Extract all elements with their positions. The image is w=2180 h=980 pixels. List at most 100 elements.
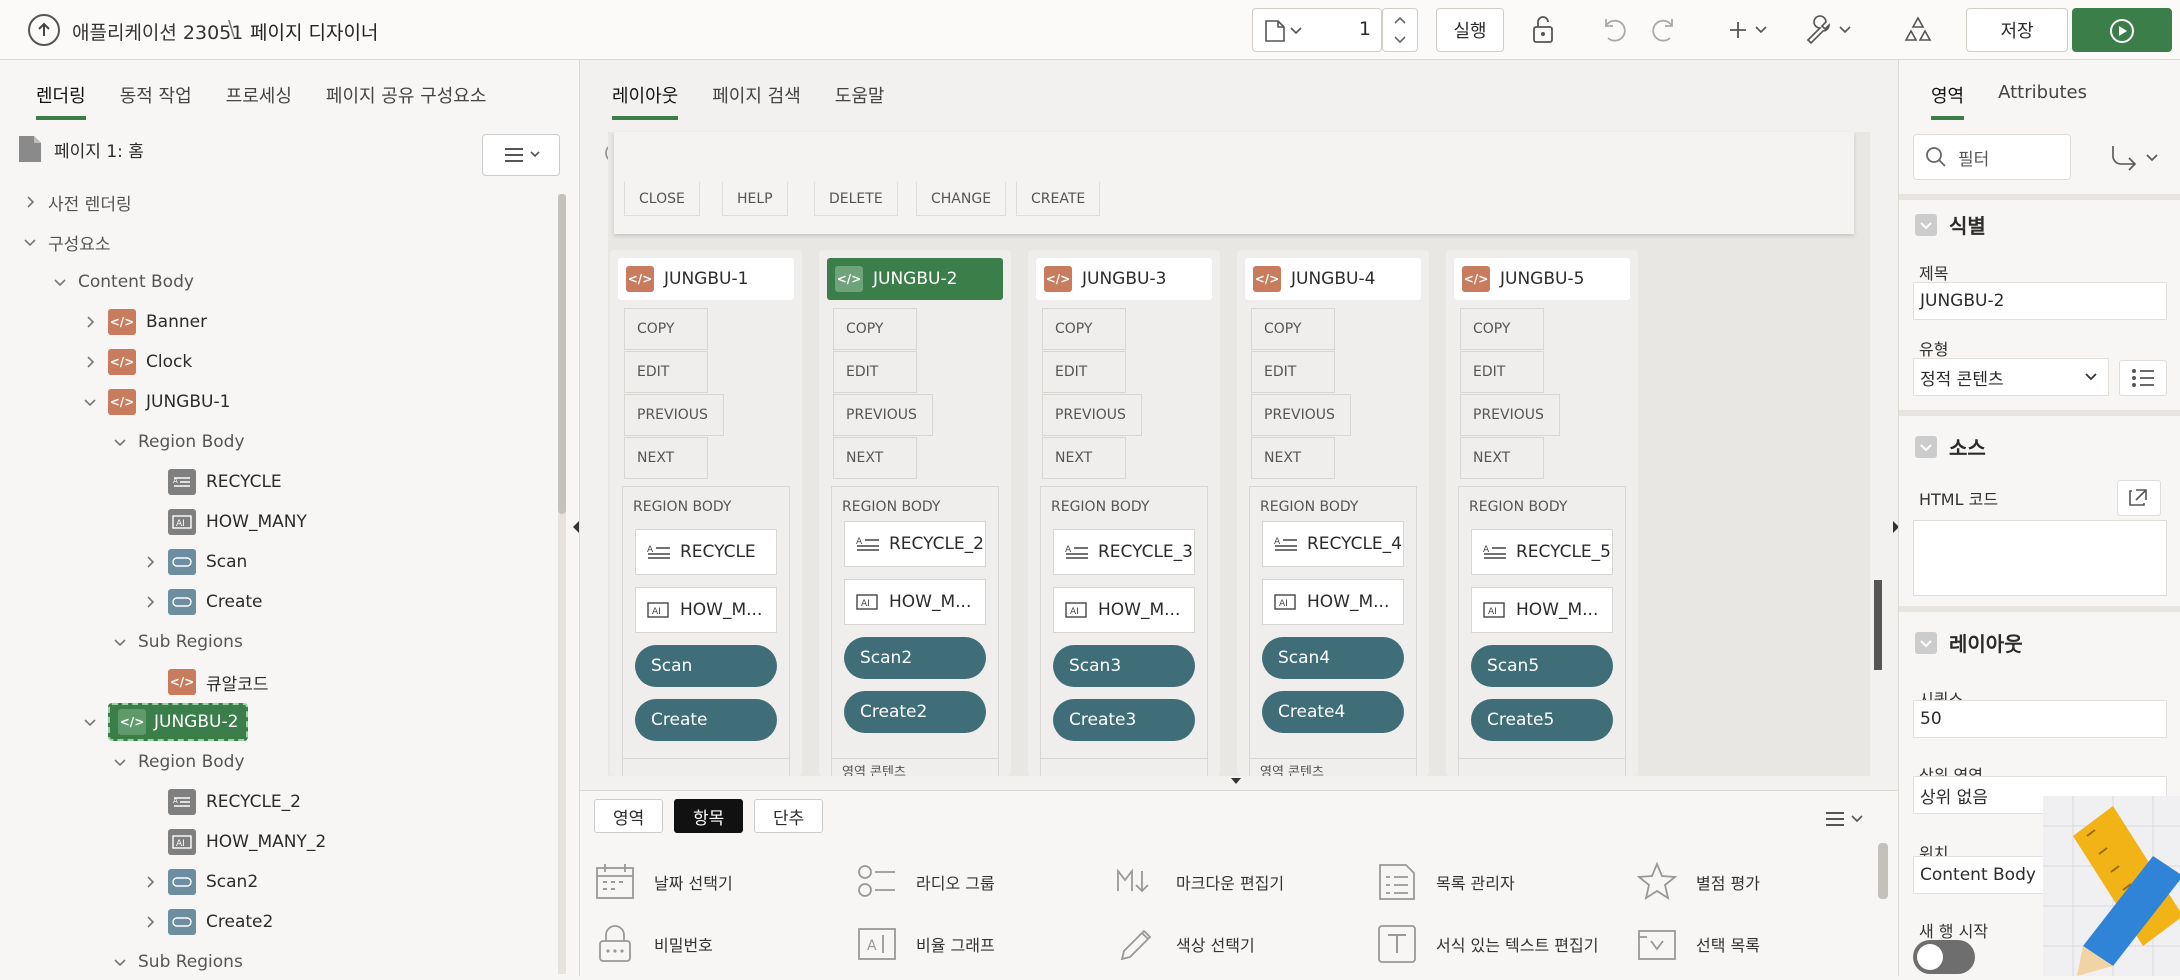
textarea-item[interactable]: A RECYCLE_5 [1471,529,1613,575]
palette-item[interactable]: 날짜 선택기 [594,861,733,903]
region-action-button[interactable]: EDIT [1042,351,1126,393]
region-column[interactable]: </> JUNGBU-2 COPY EDIT PREVIOUS NEXT REGION BO… [819,250,1011,776]
title-field[interactable]: JUNGBU-2 [1913,282,2167,320]
tab-processing[interactable]: 프로세싱 [226,60,292,120]
create-button[interactable]: Create3 [1053,699,1195,741]
tree-node[interactable]: Region Body [112,424,245,460]
region-action-button[interactable]: EDIT [624,351,708,393]
stepper-arrows-icon[interactable] [1383,9,1417,51]
region-action-button[interactable]: PREVIOUS [1251,394,1351,436]
page-number-input[interactable]: 1 [1359,18,1371,40]
tree-node[interactable]: A RECYCLE_2 [142,784,301,820]
chevron-down-icon[interactable] [82,714,98,730]
region-action-button[interactable]: COPY [833,308,917,350]
scan-button[interactable]: Scan2 [844,637,986,679]
region-column[interactable]: </> JUNGBU-1 COPY EDIT PREVIOUS NEXT REGION BO… [610,250,802,776]
section-layout[interactable]: 레이아웃 [1915,628,2023,657]
region-header[interactable]: </> JUNGBU-1 [618,258,794,300]
tree-node[interactable]: AI HOW_MANY [142,504,307,540]
collapse-chevron-icon[interactable] [1915,631,1937,654]
new-row-toggle[interactable] [1913,940,1975,974]
tree-menu-button[interactable] [482,134,560,176]
top-region-button[interactable]: HELP [722,182,788,216]
palette-item[interactable]: 서식 있는 텍스트 편집기 [1376,923,1598,965]
selected-region-node[interactable]: </> JUNGBU-2 [108,703,249,741]
collapse-arrow-icon[interactable] [1230,776,1242,786]
textfield-item[interactable]: AI HOW_M... [1471,587,1613,633]
chevron-down-icon[interactable] [22,234,38,250]
sequence-field[interactable]: 50 [1913,700,2167,738]
chevron-right-icon[interactable] [142,914,158,930]
textfield-item[interactable]: AI HOW_M... [844,579,986,625]
tree-node[interactable]: Content Body [52,264,194,300]
create-button[interactable]: Create4 [1262,691,1404,733]
textarea-item[interactable]: A RECYCLE [635,529,777,575]
create-menu-icon[interactable] [1728,14,1772,46]
run-page-button[interactable] [2072,8,2172,52]
tree-node[interactable]: </> JUNGBU-1 [82,384,230,420]
html-code-textarea[interactable] [1913,520,2167,596]
chevron-down-icon[interactable] [112,754,128,770]
scan-button[interactable]: Scan4 [1262,637,1404,679]
type-list-button[interactable] [2119,360,2167,396]
textarea-item[interactable]: A RECYCLE_2 [844,521,986,567]
textarea-item[interactable]: A RECYCLE_4 [1262,521,1404,567]
textfield-item[interactable]: AI HOW_M... [1053,587,1195,633]
tree-node[interactable]: Region Body [112,744,245,780]
tab-page-search[interactable]: 페이지 검색 [712,60,801,120]
undo-icon[interactable] [1598,14,1630,46]
tree-scrollbar[interactable] [558,194,566,974]
tree-node[interactable]: Sub Regions [112,944,243,980]
tab-help[interactable]: 도움말 [835,60,885,120]
tree-node[interactable]: Sub Regions [112,624,243,660]
chevron-down-icon[interactable] [82,394,98,410]
type-select[interactable]: 정적 콘텐츠 [1913,358,2109,396]
region-action-button[interactable]: PREVIOUS [1460,394,1560,436]
left-panel-collapse-icon[interactable] [572,520,580,534]
palette-item[interactable]: 비밀번호 [594,923,713,965]
palette-item[interactable]: 색상 선택기 [1116,923,1255,965]
scan-button[interactable]: Scan [635,645,777,687]
top-region-button[interactable]: DELETE [814,182,898,216]
chevron-down-icon[interactable] [112,954,128,970]
tree-node[interactable]: </> Clock [82,344,192,380]
redo-icon[interactable] [1648,14,1680,46]
tree-node[interactable]: Scan [142,544,247,580]
palette-tab-buttons[interactable]: 단추 [754,799,824,833]
utilities-wrench-icon[interactable] [1804,14,1856,46]
create-button[interactable]: Create2 [844,691,986,733]
page-selector[interactable]: 1 [1252,8,1382,52]
region-action-button[interactable]: NEXT [1460,437,1544,479]
tab-rendering[interactable]: 렌더링 [36,60,86,120]
top-region-button[interactable]: CLOSE [624,182,700,216]
region-action-button[interactable]: PREVIOUS [1042,394,1142,436]
filter-input[interactable]: 필터 [1913,134,2071,180]
create-button[interactable]: Create5 [1471,699,1613,741]
scan-button[interactable]: Scan5 [1471,645,1613,687]
tab-region[interactable]: 영역 [1931,60,1965,120]
tree-node[interactable]: 사전 렌더링 [22,184,132,220]
save-button[interactable]: 저장 [1966,8,2068,52]
palette-item[interactable]: 별점 평가 [1636,861,1760,903]
chevron-right-icon[interactable] [22,194,38,210]
chevron-down-icon[interactable] [112,634,128,650]
chevron-right-icon[interactable] [142,594,158,610]
palette-tab-items[interactable]: 항목 [674,799,744,833]
collapse-chevron-icon[interactable] [1915,213,1937,236]
tab-dynamic-actions[interactable]: 동적 작업 [120,60,192,120]
tree-node[interactable]: AI HOW_MANY_2 [142,824,326,860]
tree-node[interactable]: Create2 [142,904,273,940]
chevron-down-icon[interactable] [52,274,68,290]
canvas-scrollbar[interactable] [1874,580,1882,670]
chevron-right-icon[interactable] [142,554,158,570]
region-action-button[interactable]: NEXT [1251,437,1335,479]
tree-node[interactable]: A RECYCLE [142,464,282,500]
create-button[interactable]: Create [635,699,777,741]
tree-node[interactable]: </> 큐알코드 [142,664,269,700]
tree-node[interactable]: </> Banner [82,304,207,340]
app-title[interactable]: 애플리케이션 23051 [72,18,243,45]
open-code-editor-button[interactable] [2117,480,2161,516]
region-header[interactable]: </> JUNGBU-3 [1036,258,1212,300]
region-action-button[interactable]: COPY [1460,308,1544,350]
palette-item[interactable]: A 비율 그래프 [856,923,995,965]
